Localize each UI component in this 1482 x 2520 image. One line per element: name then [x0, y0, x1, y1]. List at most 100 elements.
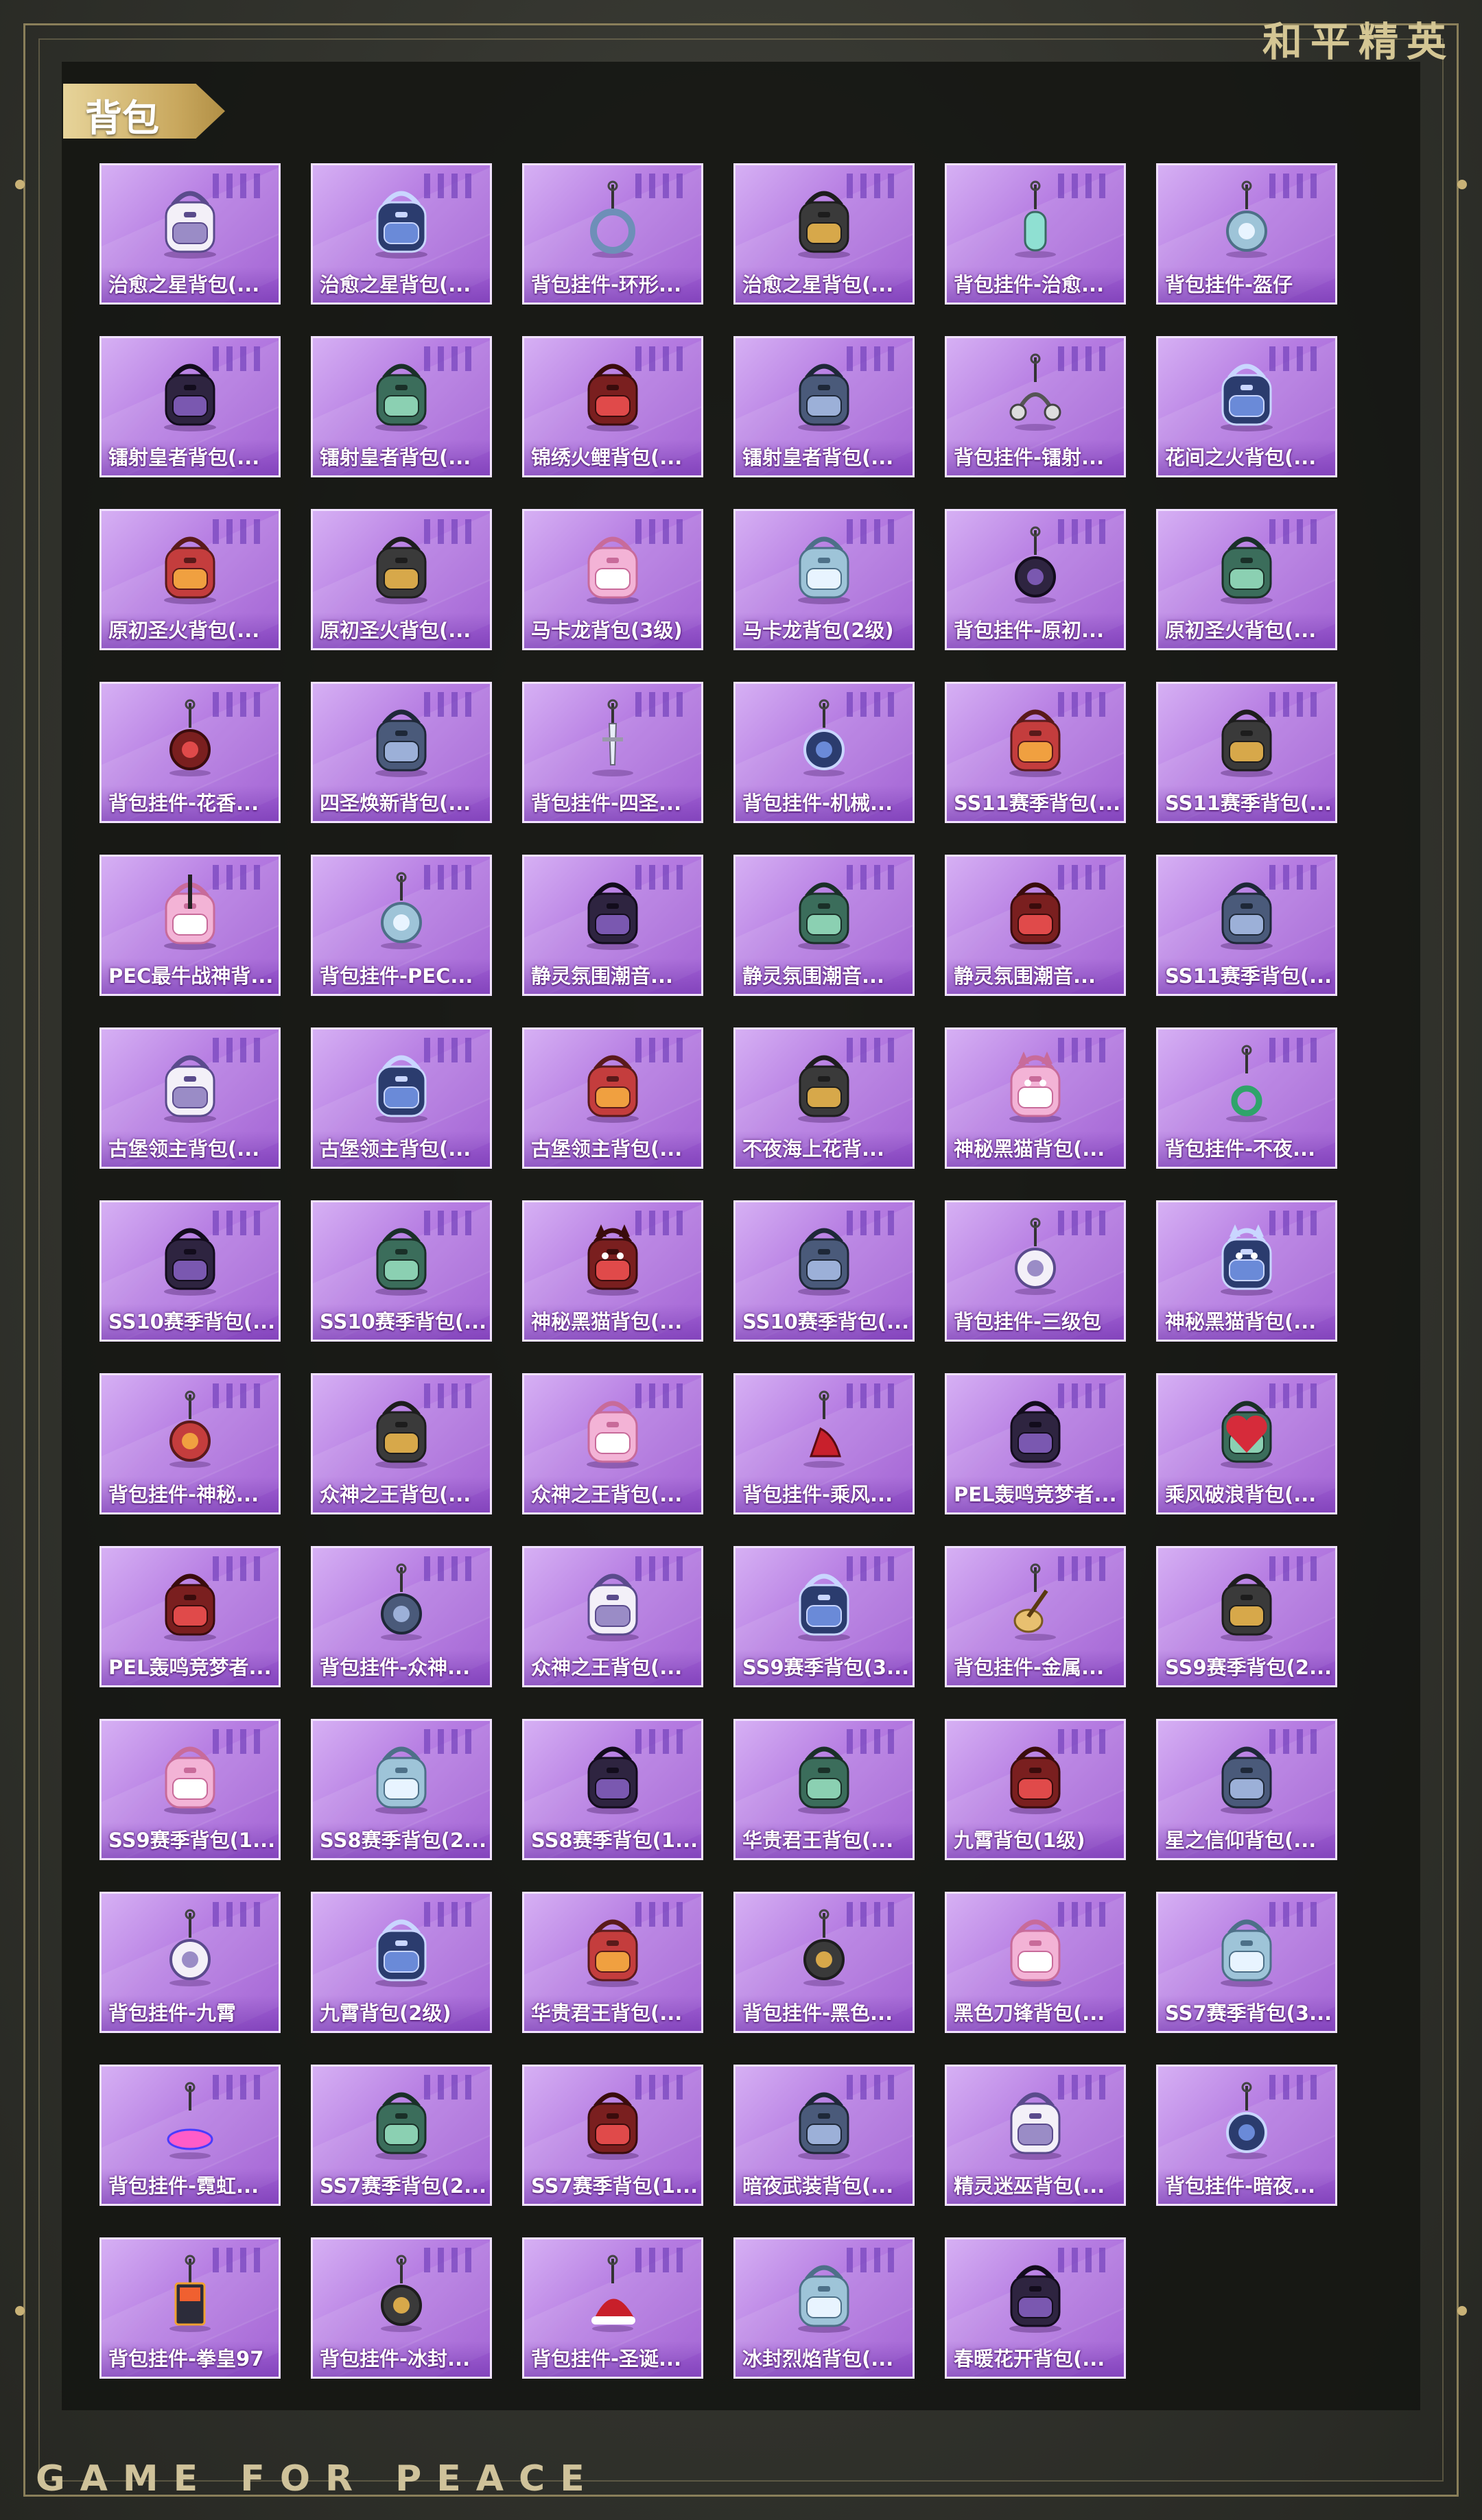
item-card[interactable]: 冰封烈焰背包(... [733, 2237, 915, 2379]
item-card[interactable]: SS10赛季背包(... [733, 1200, 915, 1342]
item-card[interactable]: 古堡领主背包(... [522, 1027, 703, 1169]
item-label: 暗夜武装背包(... [736, 2168, 913, 2204]
item-label: 星之信仰背包(... [1158, 1822, 1335, 1858]
item-card[interactable]: 花间之火背包(... [1156, 336, 1337, 477]
item-card[interactable]: SS11赛季背包(... [1156, 682, 1337, 823]
item-card[interactable]: 治愈之星背包(... [99, 163, 281, 305]
item-card[interactable]: 原初圣火背包(... [1156, 509, 1337, 650]
item-label: 治愈之星背包(... [102, 267, 279, 302]
item-label: SS9赛季背包(3... [736, 1650, 913, 1685]
item-card[interactable]: 乘风破浪背包(... [1156, 1373, 1337, 1514]
backpack-icon [152, 1733, 228, 1816]
item-card[interactable]: 镭射皇者背包(... [99, 336, 281, 477]
backpack-icon [364, 1906, 439, 1988]
item-card[interactable]: 背包挂件-三级包 [945, 1200, 1126, 1342]
item-card[interactable]: 神秘黑猫背包(... [522, 1200, 703, 1342]
item-card[interactable]: SS7赛季背包(2... [311, 2065, 492, 2206]
item-card[interactable]: PEL轰鸣竞梦者... [99, 1546, 281, 1687]
item-card[interactable]: 暗夜武装背包(... [733, 2065, 915, 2206]
item-card[interactable]: 治愈之星背包(... [733, 163, 915, 305]
item-card[interactable]: 马卡龙背包(3级) [522, 509, 703, 650]
backpack-icon [364, 178, 439, 260]
item-card[interactable]: 静灵氛围潮音... [733, 855, 915, 996]
backpack-icon [1209, 869, 1284, 951]
item-card[interactable]: SS11赛季背包(... [1156, 855, 1337, 996]
item-card[interactable]: 背包挂件-治愈... [945, 163, 1126, 305]
item-card[interactable]: 四圣焕新背包(... [311, 682, 492, 823]
item-card[interactable]: 众神之王背包(... [522, 1546, 703, 1687]
backpack-icon [998, 1906, 1073, 1988]
item-card[interactable]: 众神之王背包(... [311, 1373, 492, 1514]
item-card[interactable]: 背包挂件-暗夜... [1156, 2065, 1337, 2206]
item-card[interactable]: 背包挂件-镭射... [945, 336, 1126, 477]
item-card[interactable]: SS9赛季背包(3... [733, 1546, 915, 1687]
item-card[interactable]: SS8赛季背包(2... [311, 1719, 492, 1860]
helmet-pendant-icon [364, 1560, 439, 1643]
item-card[interactable]: 背包挂件-霓虹... [99, 2065, 281, 2206]
item-card[interactable]: SS7赛季背包(1... [522, 2065, 703, 2206]
item-label: 镭射皇者背包(... [313, 440, 490, 475]
item-card[interactable]: 背包挂件-环形... [522, 163, 703, 305]
item-card[interactable]: 背包挂件-众神... [311, 1546, 492, 1687]
item-card[interactable]: PEL轰鸣竞梦者... [945, 1373, 1126, 1514]
item-card[interactable]: 华贵君王背包(... [522, 1892, 703, 2033]
item-card[interactable]: SS7赛季背包(3... [1156, 1892, 1337, 2033]
item-card[interactable]: 背包挂件-盔仔 [1156, 163, 1337, 305]
item-label: 马卡龙背包(3级) [524, 613, 701, 648]
item-label: 众神之王背包(... [524, 1477, 701, 1512]
item-card[interactable]: 镭射皇者背包(... [733, 336, 915, 477]
item-card[interactable]: 春暖花开背包(... [945, 2237, 1126, 2379]
item-card[interactable]: 背包挂件-机械... [733, 682, 915, 823]
item-card[interactable]: 古堡领主背包(... [99, 1027, 281, 1169]
item-card[interactable]: 背包挂件-PEC... [311, 855, 492, 996]
item-card[interactable]: SS10赛季背包(... [99, 1200, 281, 1342]
item-label: SS7赛季背包(1... [524, 2168, 701, 2204]
item-card[interactable]: 马卡龙背包(2级) [733, 509, 915, 650]
item-card[interactable]: 星之信仰背包(... [1156, 1719, 1337, 1860]
item-card[interactable]: 黑色刀锋背包(... [945, 1892, 1126, 2033]
item-label: 背包挂件-霓虹... [102, 2168, 279, 2204]
item-label: 背包挂件-环形... [524, 267, 701, 302]
item-card[interactable]: 背包挂件-花香... [99, 682, 281, 823]
item-card[interactable]: 背包挂件-九霄 [99, 1892, 281, 2033]
item-card[interactable]: SS10赛季背包(... [311, 1200, 492, 1342]
item-card[interactable]: 背包挂件-圣诞... [522, 2237, 703, 2379]
item-card[interactable]: 古堡领主背包(... [311, 1027, 492, 1169]
item-card[interactable]: 治愈之星背包(... [311, 163, 492, 305]
item-card[interactable]: 镭射皇者背包(... [311, 336, 492, 477]
item-card[interactable]: 神秘黑猫背包(... [1156, 1200, 1337, 1342]
item-card[interactable]: 精灵迷巫背包(... [945, 2065, 1126, 2206]
item-card[interactable]: PEC最牛战神背... [99, 855, 281, 996]
item-card[interactable]: 背包挂件-拳皇97 [99, 2237, 281, 2379]
item-card[interactable]: 华贵君王背包(... [733, 1719, 915, 1860]
item-card[interactable]: SS8赛季背包(1... [522, 1719, 703, 1860]
item-card[interactable]: 背包挂件-神秘... [99, 1373, 281, 1514]
item-card[interactable]: 背包挂件-原初... [945, 509, 1126, 650]
item-card[interactable]: 静灵氛围潮音... [522, 855, 703, 996]
item-card[interactable]: 背包挂件-冰封... [311, 2237, 492, 2379]
item-card[interactable]: 原初圣火背包(... [99, 509, 281, 650]
item-card[interactable]: 背包挂件-四圣... [522, 682, 703, 823]
backpack-icon [1209, 1560, 1284, 1643]
item-card[interactable]: SS9赛季背包(2... [1156, 1546, 1337, 1687]
backpack-icon [364, 696, 439, 778]
backpack-icon [786, 523, 862, 606]
item-card[interactable]: 锦绣火鲤背包(... [522, 336, 703, 477]
item-card[interactable]: 不夜海上花背... [733, 1027, 915, 1169]
item-card[interactable]: 九霄背包(1级) [945, 1719, 1126, 1860]
backpack-icon [998, 2252, 1073, 2334]
item-card[interactable]: 背包挂件-黑色... [733, 1892, 915, 2033]
item-card[interactable]: SS9赛季背包(1... [99, 1719, 281, 1860]
item-card[interactable]: 九霄背包(2级) [311, 1892, 492, 2033]
item-card[interactable]: 背包挂件-金属... [945, 1546, 1126, 1687]
item-card[interactable]: 众神之王背包(... [522, 1373, 703, 1514]
item-card[interactable]: 背包挂件-乘风... [733, 1373, 915, 1514]
item-card[interactable]: 神秘黑猫背包(... [945, 1027, 1126, 1169]
item-card[interactable]: 背包挂件-不夜... [1156, 1027, 1337, 1169]
item-card[interactable]: 静灵氛围潮音... [945, 855, 1126, 996]
footer-brand-text: GAME FOR PEACE [36, 2458, 600, 2499]
item-card[interactable]: 原初圣火背包(... [311, 509, 492, 650]
item-card[interactable]: SS11赛季背包(... [945, 682, 1126, 823]
brand-logo-text: 和平精英 [1262, 19, 1455, 65]
item-label: SS9赛季背包(1... [102, 1822, 279, 1858]
